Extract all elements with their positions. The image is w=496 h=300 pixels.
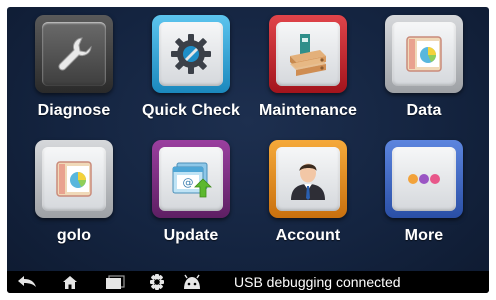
app-maintenance[interactable]: Maintenance [253, 15, 363, 145]
dots-icon [408, 174, 440, 184]
app-label: Update [163, 227, 219, 244]
device-frame: Diagnose Quick Check Maintenance Data go… [0, 0, 496, 300]
binders-icon [290, 34, 326, 76]
wrench-icon [58, 37, 92, 71]
app-update[interactable]: @ Update [136, 140, 246, 270]
app-tile-frame: @ [152, 140, 230, 218]
app-label: Maintenance [258, 102, 357, 119]
app-tile-inner [392, 22, 456, 86]
app-tile-inner: @ [159, 147, 223, 211]
recent-apps-icon[interactable] [105, 274, 125, 290]
app-tile-frame [35, 140, 113, 218]
app-diagnose[interactable]: Diagnose [19, 15, 129, 145]
app-tile-frame [269, 15, 347, 93]
app-data[interactable]: Data [369, 15, 479, 145]
app-tile-inner [276, 147, 340, 211]
app-label: Diagnose [37, 102, 111, 119]
back-icon[interactable] [17, 274, 37, 290]
app-tile-frame [385, 15, 463, 93]
home-icon[interactable] [60, 274, 80, 290]
chart-folder-icon [406, 36, 442, 72]
navigation-bar: USB debugging connected [7, 271, 489, 293]
app-label: Data [406, 102, 442, 119]
update-window-icon: @ [172, 162, 212, 198]
app-tile-inner [276, 22, 340, 86]
app-label: Account [275, 227, 341, 244]
app-label: Quick Check [141, 102, 241, 119]
golo-folder-icon [56, 161, 92, 197]
app-more[interactable]: More [369, 140, 479, 270]
app-tile-frame [35, 15, 113, 93]
app-tile-frame [385, 140, 463, 218]
app-label: golo [56, 227, 92, 244]
home-screen: Diagnose Quick Check Maintenance Data go… [7, 7, 489, 293]
app-quick-check[interactable]: Quick Check [136, 15, 246, 145]
gear-icon [171, 34, 211, 74]
app-tile-inner [42, 147, 106, 211]
app-tile-frame [269, 140, 347, 218]
app-tile-inner [159, 22, 223, 86]
android-icon [180, 274, 204, 290]
app-account[interactable]: Account [253, 140, 363, 270]
svg-text:@: @ [183, 176, 194, 189]
app-golo[interactable]: golo [19, 140, 129, 270]
app-tile-inner [42, 22, 106, 86]
app-label: More [404, 227, 444, 244]
app-tile-inner [392, 147, 456, 211]
status-text: USB debugging connected [234, 274, 401, 290]
app-tile-frame [152, 15, 230, 93]
user-icon [291, 163, 325, 200]
usb-debug-icon [147, 274, 167, 290]
